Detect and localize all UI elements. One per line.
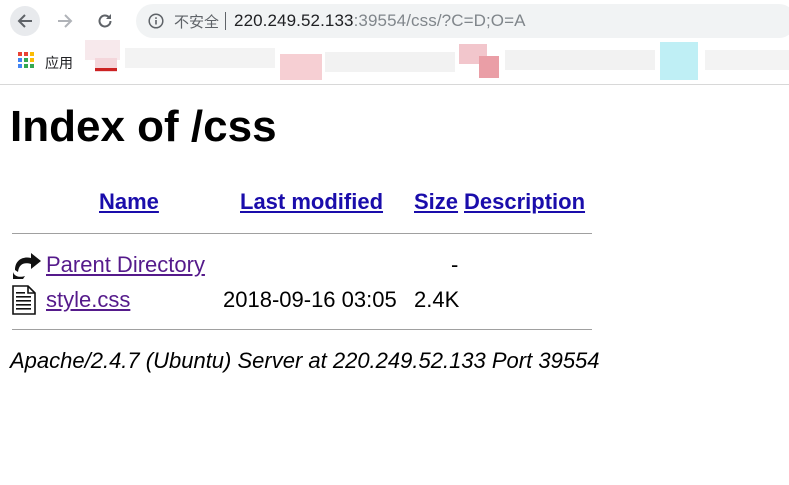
row-last-modified: 2018-09-16 03:05 bbox=[223, 287, 397, 312]
page-title: Index of /css bbox=[10, 102, 277, 151]
address-bar[interactable]: 不安全 220.249.52.133:39554/css/?C=D;O=A bbox=[136, 4, 789, 38]
obscured-bookmarks bbox=[85, 40, 789, 82]
file-link-style-css[interactable]: style.css bbox=[46, 287, 130, 313]
parent-directory-link[interactable]: Parent Directory bbox=[46, 252, 205, 278]
apps-grid-icon[interactable] bbox=[18, 52, 34, 68]
address-separator bbox=[225, 12, 227, 30]
url-text[interactable]: 220.249.52.133:39554/css/?C=D;O=A bbox=[234, 11, 526, 31]
back-arrow-icon bbox=[13, 253, 41, 279]
url-host: 220.249.52.133 bbox=[234, 11, 354, 30]
url-path: :39554/css/?C=D;O=A bbox=[353, 11, 526, 30]
column-header-size[interactable]: Size bbox=[414, 189, 458, 215]
back-button[interactable] bbox=[10, 6, 40, 36]
security-label[interactable]: 不安全 bbox=[174, 11, 219, 32]
text-file-icon bbox=[12, 285, 36, 315]
info-icon[interactable] bbox=[148, 13, 164, 29]
browser-toolbar: 不安全 220.249.52.133:39554/css/?C=D;O=A bbox=[0, 0, 789, 42]
bookmark-apps-label[interactable]: 应用 bbox=[45, 53, 73, 73]
column-header-last-modified[interactable]: Last modified bbox=[240, 189, 383, 215]
reload-button[interactable] bbox=[90, 6, 120, 36]
column-header-name[interactable]: Name bbox=[99, 189, 159, 215]
server-signature: Apache/2.4.7 (Ubuntu) Server at 220.249.… bbox=[10, 348, 600, 373]
row-size: 2.4K bbox=[414, 287, 460, 312]
header-divider bbox=[12, 233, 592, 234]
forward-button[interactable] bbox=[50, 6, 80, 36]
row-size: - bbox=[451, 252, 459, 277]
reload-icon bbox=[98, 14, 112, 28]
back-arrow-icon bbox=[17, 14, 32, 28]
forward-arrow-icon bbox=[58, 14, 73, 28]
column-header-description[interactable]: Description bbox=[464, 189, 585, 215]
footer-divider bbox=[12, 329, 592, 330]
